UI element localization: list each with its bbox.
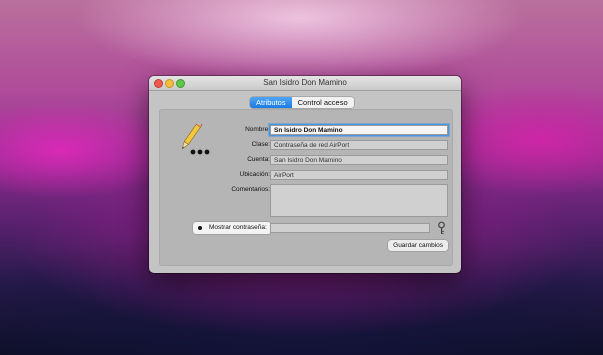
keychain-item-window: San Isidro Don Mamino Atributos Control …	[149, 76, 461, 273]
comentarios-label: Comentarios:	[231, 186, 270, 193]
clase-label: Clase:	[251, 141, 270, 148]
title-bar[interactable]: San Isidro Don Mamino	[149, 76, 461, 91]
tab-control-acceso[interactable]: Control acceso	[291, 97, 354, 108]
nombre-label: Nombre:	[245, 126, 270, 133]
checkbox-indicator-icon	[198, 226, 202, 230]
show-password-label: Mostrar contraseña:	[209, 224, 267, 231]
ubicacion-field[interactable]: AirPort	[270, 170, 448, 180]
pencil-password-icon	[181, 124, 210, 155]
attributes-panel: Nombre: Sn Isidro Don Mamino Clase: Cont…	[159, 109, 453, 266]
ubicacion-label: Ubicación:	[239, 171, 270, 178]
window-title: San Isidro Don Mamino	[263, 78, 347, 87]
nombre-field[interactable]: Sn Isidro Don Mamino	[270, 125, 448, 135]
password-field[interactable]	[270, 223, 430, 233]
save-changes-button[interactable]: Guardar cambios	[388, 240, 448, 251]
key-icon[interactable]	[437, 221, 446, 235]
show-password-checkbox[interactable]: Mostrar contraseña:	[193, 222, 271, 234]
cuenta-field[interactable]: San Isidro Don Mamino	[270, 155, 448, 165]
tab-atributos[interactable]: Atributos	[250, 97, 292, 108]
tab-bar: Atributos Control acceso	[250, 97, 354, 108]
cuenta-label: Cuenta:	[247, 156, 270, 163]
clase-field[interactable]: Contraseña de red AirPort	[270, 140, 448, 150]
comentarios-field[interactable]	[270, 184, 448, 217]
